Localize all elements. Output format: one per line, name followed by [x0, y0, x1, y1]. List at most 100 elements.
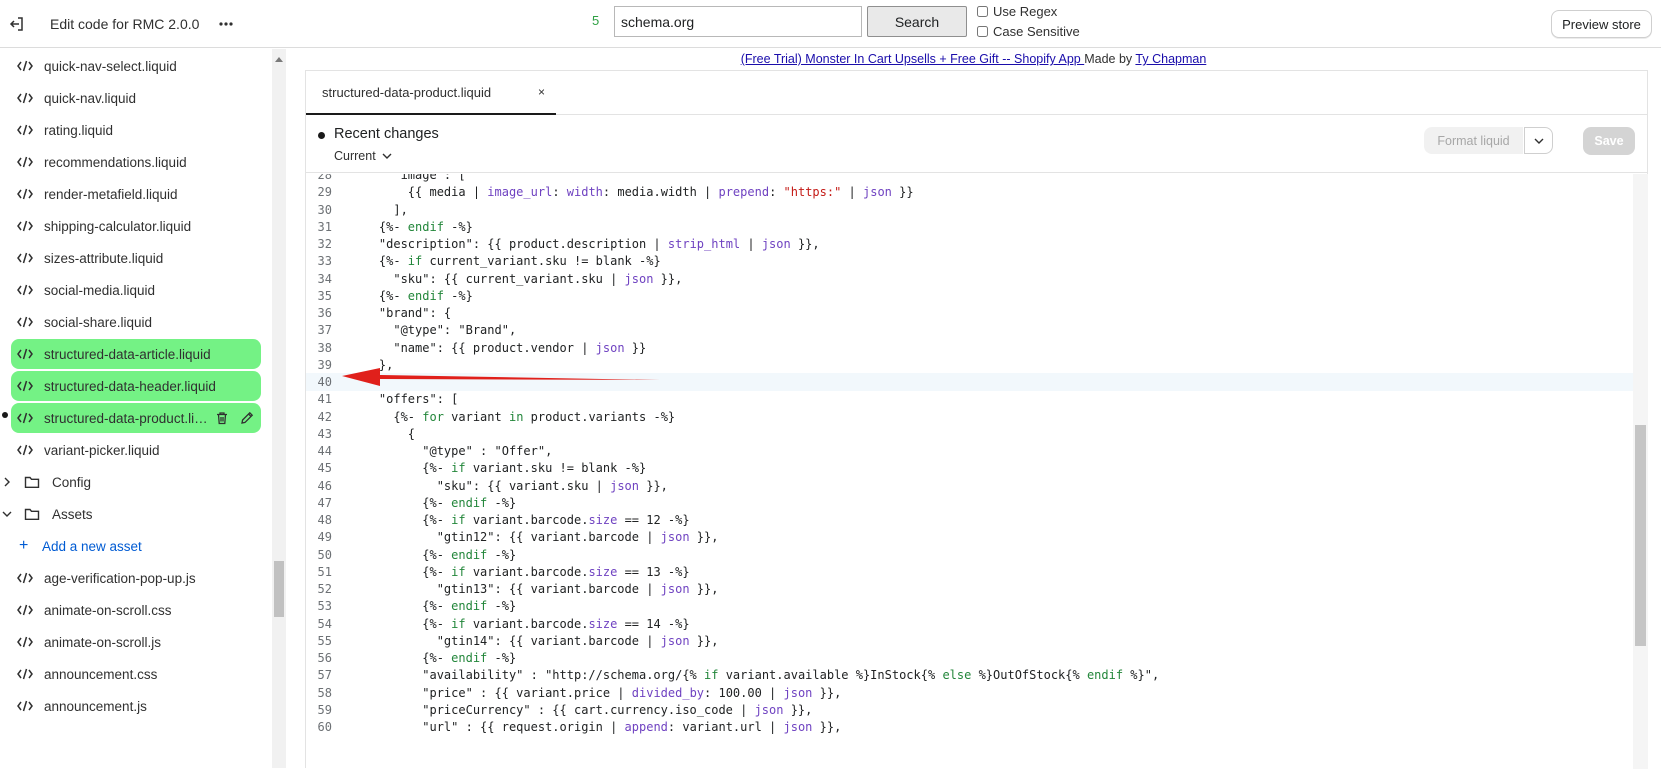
tab-structured-data-product[interactable]: structured-data-product.liquid [306, 71, 556, 115]
file-item[interactable]: announcement.css [11, 659, 261, 689]
editor-scroll-thumb[interactable] [1635, 425, 1646, 646]
code-line[interactable]: 43 { [306, 425, 1633, 443]
code-line[interactable]: 31 {%- endif -%} [306, 218, 1633, 236]
pencil-icon[interactable] [239, 410, 255, 426]
code-line[interactable]: 39 }, [306, 356, 1633, 374]
file-item-highlighted[interactable]: structured-data-article.liquid [11, 339, 261, 369]
code-line[interactable]: 54 {%- if variant.barcode.size == 14 -%} [306, 615, 1633, 633]
format-liquid-button[interactable]: Format liquid [1424, 127, 1523, 154]
code-line[interactable]: 57 "availability" : "http://schema.org/{… [306, 666, 1633, 684]
code-line[interactable]: 55 "gtin14": {{ variant.barcode | json }… [306, 632, 1633, 650]
code-line[interactable]: 40 [306, 373, 1633, 391]
line-number: 47 [317, 495, 332, 510]
code-line[interactable]: 42 {%- for variant in product.variants -… [306, 408, 1633, 426]
file-item[interactable]: rating.liquid [11, 115, 261, 145]
plus-icon: + [19, 537, 29, 554]
code-line[interactable]: 37 "@type": "Brand", [306, 321, 1633, 339]
file-item[interactable]: recommendations.liquid [11, 147, 261, 177]
code-line[interactable]: 30 ], [306, 201, 1633, 219]
code-area[interactable]: 28 "image": [29 {{ media | image_url: wi… [306, 174, 1633, 769]
search-input[interactable] [614, 6, 862, 37]
code-line[interactable]: 56 {%- endif -%} [306, 649, 1633, 667]
code-line[interactable]: 53 {%- endif -%} [306, 597, 1633, 615]
folder-assets[interactable]: Assets [0, 499, 262, 529]
save-button[interactable]: Save [1583, 127, 1635, 155]
code-line[interactable]: 38 "name": {{ product.vendor | json }} [306, 339, 1633, 357]
case-sensitive-checkbox[interactable] [977, 26, 988, 37]
code-line[interactable]: 35 {%- endif -%} [306, 287, 1633, 305]
code-line[interactable]: 58 "price" : {{ variant.price | divided_… [306, 684, 1633, 702]
more-horizontal-icon [219, 22, 233, 26]
code-line[interactable]: 48 {%- if variant.barcode.size == 12 -%} [306, 511, 1633, 529]
file-item[interactable]: animate-on-scroll.js [11, 627, 261, 657]
code-text: "sku": {{ current_variant.sku | json }}, [350, 271, 683, 286]
exit-editor-button[interactable] [5, 12, 29, 36]
app-promo-link[interactable]: (Free Trial) Monster In Cart Upsells + F… [741, 52, 1085, 66]
author-link[interactable]: Ty Chapman [1135, 52, 1206, 66]
use-regex-checkbox[interactable] [977, 6, 988, 17]
file-item[interactable]: variant-picker.liquid [11, 435, 261, 465]
editor-toolbar: Recent changes Current Format liquid Sav… [306, 115, 1647, 173]
file-item-highlighted[interactable]: structured-data-header.liquid [11, 371, 261, 401]
code-text: "gtin13": {{ variant.barcode | json }}, [350, 582, 719, 596]
code-line[interactable]: 32 "description": {{ product.description… [306, 235, 1633, 253]
code-icon [11, 92, 39, 104]
code-line[interactable]: 41 "offers": [ [306, 390, 1633, 408]
code-line[interactable]: 60 "url" : {{ request.origin | append: v… [306, 718, 1633, 736]
file-item[interactable]: social-media.liquid [11, 275, 261, 305]
version-selector[interactable]: Current [334, 149, 392, 163]
close-tab-icon[interactable]: × [538, 85, 545, 99]
file-item[interactable]: age-verification-pop-up.js [11, 563, 261, 593]
file-item[interactable]: announcement.js [11, 691, 261, 721]
code-text: "brand": { [350, 306, 452, 320]
folder-name: Assets [52, 506, 93, 522]
line-number: 30 [317, 202, 332, 217]
line-number: 36 [317, 306, 332, 320]
file-item[interactable]: sizes-attribute.liquid [11, 243, 261, 273]
code-line[interactable]: 50 {%- endif -%} [306, 546, 1633, 564]
code-line[interactable]: 47 {%- endif -%} [306, 494, 1633, 512]
code-line[interactable]: 34 "sku": {{ current_variant.sku | json … [306, 270, 1633, 288]
file-item[interactable]: shipping-calculator.liquid [11, 211, 261, 241]
file-item[interactable]: social-share.liquid [11, 307, 261, 337]
code-line[interactable]: 52 "gtin13": {{ variant.barcode | json }… [306, 580, 1633, 598]
chevron-down-icon [1534, 138, 1543, 144]
code-text: {%- endif -%} [350, 495, 517, 510]
code-line[interactable]: 33 {%- if current_variant.sku != blank -… [306, 252, 1633, 270]
add-asset-link[interactable]: + Add a new asset [11, 531, 261, 561]
code-line[interactable]: 44 "@type" : "Offer", [306, 442, 1633, 460]
code-line[interactable]: 49 "gtin12": {{ variant.barcode | json }… [306, 528, 1633, 546]
file-item-active[interactable]: structured-data-product.liquid [11, 403, 261, 433]
line-number: 57 [317, 668, 332, 683]
code-line[interactable]: 51 {%- if variant.barcode.size == 13 -%} [306, 563, 1633, 581]
code-icon [11, 252, 39, 264]
scroll-up-arrow-icon[interactable] [275, 57, 283, 62]
code-line[interactable]: 46 "sku": {{ variant.sku | json }}, [306, 477, 1633, 495]
preview-store-button[interactable]: Preview store [1551, 10, 1652, 38]
line-number: 52 [317, 582, 332, 596]
case-sensitive-option[interactable]: Case Sensitive [977, 24, 1080, 39]
code-text: {%- endif -%} [350, 288, 473, 303]
trash-icon[interactable] [214, 410, 230, 426]
file-name: render-metafield.liquid [44, 186, 178, 202]
code-icon [11, 60, 39, 72]
editor-scrollbar[interactable] [1633, 174, 1648, 769]
file-item[interactable]: quick-nav-select.liquid [11, 51, 261, 81]
file-item[interactable]: quick-nav.liquid [11, 83, 261, 113]
line-number: 56 [317, 651, 332, 665]
file-item[interactable]: render-metafield.liquid [11, 179, 261, 209]
file-item[interactable]: animate-on-scroll.css [11, 595, 261, 625]
file-name: social-share.liquid [44, 314, 153, 330]
search-button[interactable]: Search [867, 6, 967, 37]
more-actions-button[interactable] [214, 12, 238, 36]
folder-config[interactable]: Config [0, 467, 262, 497]
code-line[interactable]: 29 {{ media | image_url: width: media.wi… [306, 183, 1633, 201]
code-line[interactable]: 59 "priceCurrency" : {{ cart.currency.is… [306, 701, 1633, 719]
use-regex-option[interactable]: Use Regex [977, 4, 1057, 19]
code-line[interactable]: 36 "brand": { [306, 304, 1633, 322]
sidebar-scroll-thumb[interactable] [274, 561, 284, 617]
format-options-dropdown[interactable] [1524, 127, 1553, 154]
code-line[interactable]: 45 {%- if variant.sku != blank -%} [306, 459, 1633, 477]
file-name: quick-nav-select.liquid [44, 58, 177, 74]
sidebar-scrollbar[interactable] [272, 49, 286, 768]
